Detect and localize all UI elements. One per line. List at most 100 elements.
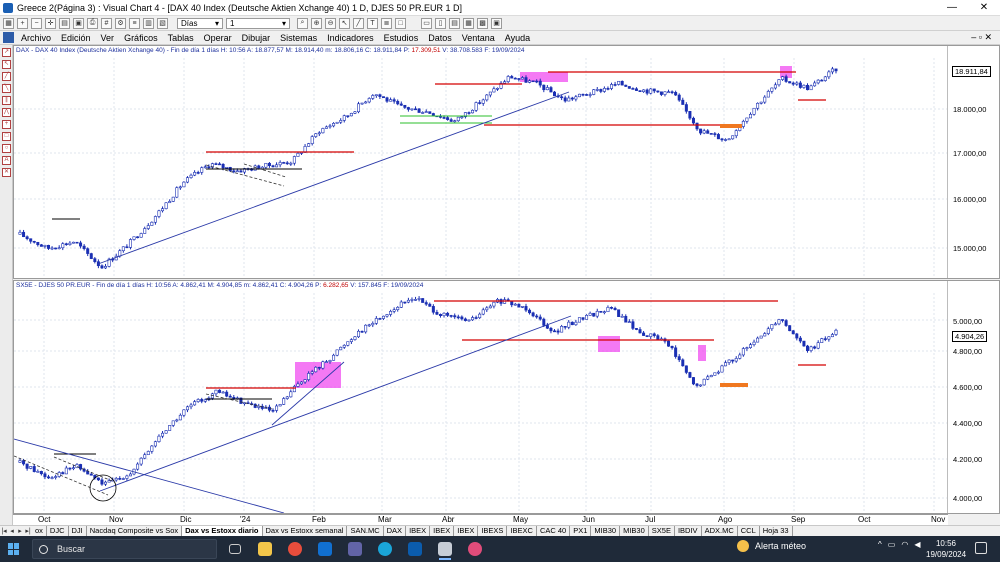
teams-icon[interactable]	[343, 538, 367, 560]
sheet-tab[interactable]: IBEX	[454, 526, 479, 536]
pointer-tool-icon[interactable]: ↖	[2, 60, 11, 69]
layout1-icon[interactable]: ▭	[421, 17, 432, 29]
volume-icon[interactable]: ◀	[914, 540, 920, 549]
chrome-profile-icon[interactable]	[463, 538, 487, 560]
sheet-tab[interactable]: Dax vs Estoxx semanal	[263, 526, 348, 536]
count-select[interactable]: 1 ▾	[226, 17, 290, 29]
search-icon[interactable]: ⌕	[297, 17, 308, 29]
print-icon[interactable]: ⎙	[87, 17, 98, 29]
settings-icon[interactable]: ⚙	[115, 17, 126, 29]
sx5e-chart-pane[interactable]: SX5E - DJES 50 PR.EUR - Fin de día 1 día…	[13, 280, 1000, 514]
chrome-icon[interactable]	[283, 538, 307, 560]
clock[interactable]: 10:56 19/09/2024	[926, 538, 966, 560]
sheet-tab[interactable]: IBDIV	[675, 526, 702, 536]
sheet-tab[interactable]: DAX	[384, 526, 407, 536]
chevron-up-icon[interactable]: ^	[878, 540, 882, 549]
first-tab-icon[interactable]: |◂	[0, 527, 8, 535]
layout5-icon[interactable]: ▩	[477, 17, 488, 29]
chart-icon[interactable]: ▦	[3, 17, 14, 29]
dax-chart-pane[interactable]: DAX - DAX 40 Index (Deutsche Aktien Xcha…	[13, 45, 1000, 279]
sheet-tab[interactable]: CAC 40	[537, 526, 571, 536]
sheet-tab[interactable]: Hoja 33	[760, 526, 793, 536]
layout2-icon[interactable]: ▯	[435, 17, 446, 29]
menu-sistemas[interactable]: Sistemas	[275, 33, 322, 43]
network-icon[interactable]: ▭	[888, 540, 896, 549]
rect-tool-icon[interactable]: □	[2, 132, 11, 141]
close-button[interactable]: ✕	[968, 0, 1000, 16]
visual-chart-icon[interactable]	[433, 538, 457, 560]
line-tool-icon[interactable]: ╱	[2, 72, 11, 81]
sheet-tab[interactable]: Nacdaq Composite vs Sox	[87, 526, 183, 536]
sheet-tab[interactable]: MIB30	[591, 526, 621, 536]
menu-estudios[interactable]: Estudios	[379, 33, 424, 43]
zoom-in-icon[interactable]: +	[17, 17, 28, 29]
menu-ayuda[interactable]: Ayuda	[500, 33, 535, 43]
taskbar-search[interactable]: Buscar	[32, 539, 217, 559]
menu-indicadores[interactable]: Indicadores	[322, 33, 379, 43]
ellipse-tool-icon[interactable]: ○	[2, 144, 11, 153]
next-tab-icon[interactable]: ▸	[16, 527, 24, 535]
sheet-tab[interactable]: DJC	[47, 526, 69, 536]
sheet-tab[interactable]: DJI	[69, 526, 87, 536]
trend-tool-icon[interactable]: ╲	[2, 84, 11, 93]
sheet-tab[interactable]: SX5E	[649, 526, 675, 536]
sheet-tab[interactable]: SAN.MC	[347, 526, 384, 536]
sx5e-chart[interactable]	[14, 281, 949, 513]
table-icon[interactable]: ▥	[143, 17, 154, 29]
grid-icon[interactable]: #	[101, 17, 112, 29]
sheet-tab[interactable]: MIB30	[620, 526, 649, 536]
fan-tool-icon[interactable]: ⋀	[2, 108, 11, 117]
app-w-icon[interactable]	[403, 538, 427, 560]
cross-tool-icon[interactable]: +	[2, 120, 11, 129]
template-icon[interactable]: ▤	[59, 17, 70, 29]
wifi-icon[interactable]: ◠	[901, 540, 908, 549]
magnify-icon[interactable]: ⊕	[311, 17, 322, 29]
edge-icon[interactable]	[373, 538, 397, 560]
crosshair-icon[interactable]: ✛	[45, 17, 56, 29]
menu-edicion[interactable]: Edición	[56, 33, 96, 43]
sheet-tab[interactable]: IBEXS	[478, 526, 508, 536]
line-tool-icon[interactable]: ╱	[353, 17, 364, 29]
layout6-icon[interactable]: ▣	[491, 17, 502, 29]
dax-chart[interactable]	[14, 46, 949, 278]
list-icon[interactable]: ≡	[129, 17, 140, 29]
start-button[interactable]	[0, 536, 28, 562]
sheet-tab[interactable]: IBEX	[430, 526, 455, 536]
weather-widget[interactable]: Alerta méteo	[737, 540, 806, 552]
menu-ventana[interactable]: Ventana	[457, 33, 500, 43]
sheet-tab[interactable]: IBEXC	[507, 526, 537, 536]
menu-datos[interactable]: Datos	[423, 33, 457, 43]
zoom-out-icon[interactable]: −	[31, 17, 42, 29]
zoom-reset-icon[interactable]: ⊖	[325, 17, 336, 29]
menu-tablas[interactable]: Tablas	[163, 33, 199, 43]
sheet-tab[interactable]: ox	[32, 526, 47, 536]
sheet-tab[interactable]: PX1	[570, 526, 592, 536]
sheet-tab[interactable]: IBEX	[406, 526, 431, 536]
rectangle-icon[interactable]: □	[395, 17, 406, 29]
file-explorer-icon[interactable]	[253, 538, 277, 560]
text-tool-icon[interactable]: T	[367, 17, 378, 29]
menu-archivo[interactable]: Archivo	[16, 33, 56, 43]
prev-tab-icon[interactable]: ◂	[8, 527, 16, 535]
menu-operar[interactable]: Operar	[199, 33, 237, 43]
channel-tool-icon[interactable]: ∥	[2, 96, 11, 105]
layout3-icon[interactable]: ▤	[449, 17, 460, 29]
menu-graficos[interactable]: Gráficos	[119, 33, 163, 43]
text-tool-icon[interactable]: A	[2, 156, 11, 165]
erase-tool-icon[interactable]: ✕	[2, 168, 11, 177]
menu-dibujar[interactable]: Dibujar	[237, 33, 276, 43]
cursor-icon[interactable]: ↖	[339, 17, 350, 29]
sheet-tab[interactable]: ADX.MC	[702, 526, 738, 536]
arrow-tool-icon[interactable]: ↗	[2, 48, 11, 57]
notification-icon[interactable]	[975, 542, 987, 554]
sheet-tab[interactable]: CCL	[738, 526, 760, 536]
task-view-icon[interactable]	[223, 538, 247, 560]
menu-ver[interactable]: Ver	[96, 33, 120, 43]
layout4-icon[interactable]: ▦	[463, 17, 474, 29]
outlook-icon[interactable]	[313, 538, 337, 560]
fibonacci-icon[interactable]: ≣	[381, 17, 392, 29]
report-icon[interactable]: ▧	[157, 17, 168, 29]
calendar-icon[interactable]: ▣	[73, 17, 84, 29]
minimize-button[interactable]: —	[936, 0, 968, 16]
mdi-controls[interactable]: – ▫ ✕	[971, 32, 992, 43]
